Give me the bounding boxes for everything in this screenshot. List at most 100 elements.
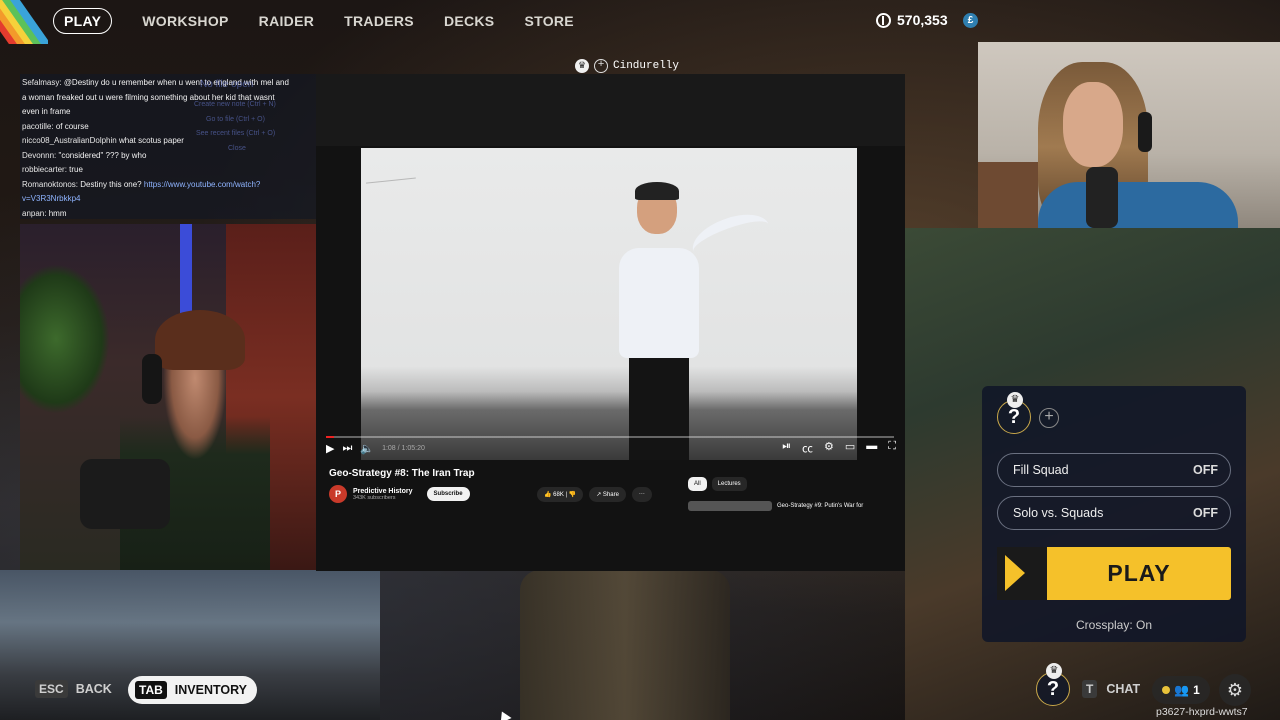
crown-icon: ♛ xyxy=(1007,392,1023,408)
inventory-button[interactable]: TAB INVENTORY xyxy=(128,676,258,704)
crown-icon: ♛ xyxy=(1046,663,1062,679)
party-button[interactable]: 👥 1 xyxy=(1152,676,1210,704)
fill-squad-state: OFF xyxy=(1193,463,1218,477)
player-tag: ♛ + Cindurelly xyxy=(575,59,679,73)
share-label: Share xyxy=(602,492,619,498)
chat-text: @Destiny do u remember when u went to en… xyxy=(63,78,289,87)
subscribe-button[interactable]: Subscribe xyxy=(426,487,470,501)
autoplay-icon[interactable]: ⏯ xyxy=(782,440,791,456)
like-count: 68K xyxy=(553,492,564,498)
player-name: Cindurelly xyxy=(613,60,680,72)
play-chevron-icon xyxy=(997,547,1047,600)
fullscreen-icon[interactable]: ⛶ xyxy=(888,440,896,456)
video-controls: ▶ ⏭ 🔈 1:08 / 1:05:20 ⏯ ㏄ ⚙ ▭ ▬ ⛶ xyxy=(326,434,896,462)
chat-username[interactable]: Devonnn: xyxy=(22,151,56,160)
crossplay-status: Crossplay: On xyxy=(1075,618,1153,632)
nav-item-raider[interactable]: RAIDER xyxy=(259,13,314,29)
chat-link[interactable]: https://www.youtube.com/watch? xyxy=(144,180,261,189)
recommendation-thumbnail xyxy=(688,501,772,511)
esc-key: ESC xyxy=(35,680,68,698)
crown-icon: ♛ xyxy=(575,59,589,73)
fill-squad-toggle[interactable]: Fill Squad OFF xyxy=(997,453,1231,487)
chat-text: of course xyxy=(55,121,89,131)
nav-item-decks[interactable]: DECKS xyxy=(444,13,495,29)
ghost-menu-item: Go to file (Ctrl + O) xyxy=(206,116,265,123)
chat-text: Destiny this one? xyxy=(80,179,142,189)
share-button[interactable]: ↗ Share xyxy=(589,487,626,502)
recommendation-item[interactable]: Geo-Strategy #9: Putin's War for xyxy=(688,501,863,511)
add-squad-member-button[interactable]: + xyxy=(1039,408,1059,428)
channel-name[interactable]: Predictive History xyxy=(353,488,413,495)
chat-username[interactable]: pacotille: xyxy=(22,122,54,131)
ghost-menu-title: No file open xyxy=(200,79,254,90)
chat-message: Sefalmasy: @Destiny do u remember when u… xyxy=(22,76,314,91)
recommendation-chips: All Lectures xyxy=(688,477,747,491)
play-icon[interactable]: ▶ xyxy=(326,442,334,455)
chat-message: anpan: hmm xyxy=(22,207,314,220)
video-title: Geo-Strategy #8: The Iran Trap xyxy=(329,468,475,479)
ghost-menu-item: See recent files (Ctrl + O) xyxy=(196,130,276,137)
volume-icon[interactable]: 🔈 xyxy=(360,442,374,455)
chat-username[interactable]: Romanoktonos: xyxy=(22,180,78,189)
nav-item-workshop[interactable]: WORKSHOP xyxy=(142,13,228,29)
premium-currency-icon[interactable]: £ xyxy=(963,13,978,28)
play-button[interactable]: PLAY xyxy=(997,547,1231,600)
plus-icon[interactable]: + xyxy=(594,59,608,73)
session-code: p3627-hxprd-wwts7 xyxy=(1156,706,1248,718)
chat-link[interactable]: v=V3R3Nrbkkp4 xyxy=(22,194,80,203)
webcam-streamer xyxy=(20,224,316,570)
miniplayer-icon[interactable]: ▭ xyxy=(845,440,855,456)
chat-text: hmm xyxy=(48,208,67,218)
t-key: T xyxy=(1082,680,1098,698)
captions-icon[interactable]: ㏄ xyxy=(802,440,813,456)
settings-gear-icon[interactable]: ⚙ xyxy=(1219,674,1251,706)
chat-username[interactable]: robbiecarter: xyxy=(22,165,67,174)
like-button[interactable]: 👍 68K | 👎 xyxy=(537,487,584,502)
chat-username[interactable]: nicco08_AustralianDolphin xyxy=(22,136,117,145)
chip-lectures[interactable]: Lectures xyxy=(711,477,747,491)
ghost-menu-item: Close xyxy=(228,145,246,152)
chat-message: Devonnn: "considered" ??? by who xyxy=(22,149,314,164)
ghost-menu-item: Create new note (Ctrl + N) xyxy=(194,101,276,108)
chat-hint[interactable]: T CHAT xyxy=(1082,680,1140,698)
channel-info: P Predictive History 343K subscribers Su… xyxy=(329,485,470,503)
channel-avatar[interactable]: P xyxy=(329,485,347,503)
chat-message: robbiecarter: true xyxy=(22,163,314,178)
currency-amount: 570,353 xyxy=(897,12,948,28)
chat-message: Romanoktonos: Destiny this one? https://… xyxy=(22,178,314,193)
squad-panel: ? ♛ + Fill Squad OFF Solo vs. Squads OFF… xyxy=(982,386,1246,642)
nav-item-store[interactable]: STORE xyxy=(524,13,573,29)
party-count: 1 xyxy=(1193,683,1200,697)
back-label: BACK xyxy=(75,682,112,696)
chip-all[interactable]: All xyxy=(688,477,707,491)
coin-icon xyxy=(876,12,891,28)
webcam-guest xyxy=(978,42,1280,228)
solo-vs-squads-label: Solo vs. Squads xyxy=(1013,506,1104,520)
solo-vs-squads-toggle[interactable]: Solo vs. Squads OFF xyxy=(997,496,1231,530)
more-button[interactable]: ··· xyxy=(631,487,652,502)
theater-icon[interactable]: ▬ xyxy=(866,440,877,456)
solo-vs-squads-state: OFF xyxy=(1193,506,1218,520)
fill-squad-label: Fill Squad xyxy=(1013,463,1069,477)
video-actions: 👍 68K | 👎 ↗ Share ··· xyxy=(537,487,652,502)
video-player[interactable] xyxy=(361,148,857,460)
nav-item-play[interactable]: PLAY xyxy=(53,8,113,34)
chat-username[interactable]: anpan: xyxy=(22,209,46,218)
youtube-window: ▶ ⏭ 🔈 1:08 / 1:05:20 ⏯ ㏄ ⚙ ▭ ▬ ⛶ Geo-Str… xyxy=(316,74,905,571)
chat-text: true xyxy=(69,165,83,174)
raider-figure xyxy=(520,570,730,720)
chat-label: CHAT xyxy=(1106,682,1141,696)
recommendation-title: Geo-Strategy #9: Putin's War for xyxy=(777,503,864,509)
nav-item-traders[interactable]: TRADERS xyxy=(344,13,414,29)
settings-icon[interactable]: ⚙ xyxy=(824,440,834,456)
subscriber-count: 343K subscribers xyxy=(353,494,396,501)
video-time: 1:08 / 1:05:20 xyxy=(382,444,425,452)
chat-username[interactable]: Sefalmasy: xyxy=(22,78,62,87)
tab-key: TAB xyxy=(135,681,167,699)
back-hint[interactable]: ESC BACK xyxy=(35,680,112,698)
chat-text: "considered" ??? by who xyxy=(58,150,147,160)
party-icon: 👥 xyxy=(1174,683,1190,697)
chat-text: what scotus paper xyxy=(118,136,184,145)
play-button-label: PLAY xyxy=(1107,560,1171,586)
next-icon[interactable]: ⏭ xyxy=(342,442,352,455)
